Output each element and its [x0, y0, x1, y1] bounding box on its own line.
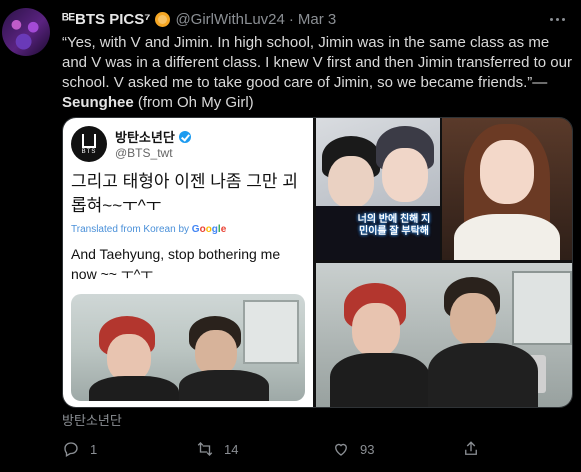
- logo-mark: [82, 133, 96, 148]
- share-button[interactable]: [462, 440, 480, 458]
- photo-wall: [243, 300, 299, 364]
- photo-face: [352, 303, 400, 357]
- photo-face: [450, 293, 496, 345]
- tweet: ᴮᴱBTS PICS⁷ @GirlWithLuv24 · Mar 3 “Yes,…: [0, 0, 581, 472]
- retweet-count: 14: [224, 441, 239, 457]
- media-photo-two-boys-office[interactable]: [316, 263, 572, 407]
- heart-icon: [335, 443, 347, 456]
- avatar[interactable]: [2, 8, 50, 56]
- photo-person-1-face: [107, 334, 151, 382]
- media-photo-two-boys[interactable]: 너의 반에 친해 지민이를 잘 부탁해: [316, 118, 440, 260]
- translated-by-label: Translated from Korean by Google: [71, 224, 226, 235]
- photo-caption: 너의 반에 친해 지민이를 잘 부탁해: [357, 214, 431, 237]
- like-count: 93: [360, 441, 375, 457]
- verified-icon: [178, 130, 191, 143]
- tweet-source: (from Oh My Girl): [133, 94, 254, 111]
- logo-text: BTS: [81, 148, 97, 155]
- media-embedded-tweet[interactable]: BTS 방탄소년단 @BTS_twt 그리고 태형아 이젠 나좀 그만 괴롭혀~…: [63, 118, 313, 407]
- tweet-quote: “Yes, with V and Jimin. In high school, …: [62, 34, 572, 91]
- embedded-handle: @BTS_twt: [115, 146, 173, 160]
- embedded-photo: [71, 294, 305, 401]
- photo-person-2-body: [179, 370, 269, 401]
- embedded-korean-text: 그리고 태형아 이젠 나좀 그만 괴롭혀~~ㅜ^ㅜ: [71, 172, 298, 215]
- retweet-icon: [197, 442, 213, 456]
- media-photo-girl[interactable]: [442, 118, 572, 260]
- embedded-name-text: 방탄소년단: [115, 130, 175, 145]
- google-letter: e: [220, 224, 227, 235]
- share-icon: [465, 441, 477, 455]
- tweet-date[interactable]: Mar 3: [298, 11, 336, 28]
- translated-prefix: Translated from Korean by: [71, 224, 192, 235]
- tweet-author: Seunghee: [62, 94, 134, 111]
- photo-face: [480, 140, 534, 204]
- display-name[interactable]: ᴮᴱBTS PICS⁷: [62, 11, 150, 28]
- dot-icon: [561, 17, 565, 21]
- photo-face: [382, 148, 428, 202]
- retweet-button[interactable]: 14: [196, 440, 238, 458]
- tweet-header: ᴮᴱBTS PICS⁷ @GirlWithLuv24 · Mar 3: [62, 9, 336, 29]
- photo-clothes: [330, 353, 430, 407]
- sun-badge-icon: [155, 11, 171, 27]
- dot-icon: [555, 17, 559, 21]
- reply-icon: [64, 442, 78, 457]
- bts-logo-icon: BTS: [71, 126, 107, 162]
- user-handle[interactable]: @GirlWithLuv24: [175, 11, 284, 28]
- google-letter: G: [191, 224, 200, 235]
- photo-person-1-body: [89, 376, 179, 401]
- photo-clothes: [428, 343, 538, 407]
- tweet-text: “Yes, with V and Jimin. In high school, …: [62, 33, 574, 113]
- tweet-actions: 1 14 93: [62, 440, 571, 460]
- google-logo: Google: [192, 224, 226, 235]
- photo-shelf: [512, 271, 572, 345]
- dot-icon: [549, 17, 553, 21]
- separator-dot: ·: [288, 10, 294, 28]
- media-grid: BTS 방탄소년단 @BTS_twt 그리고 태형아 이젠 나좀 그만 괴롭혀~…: [62, 117, 573, 408]
- embedded-translation: And Taehyung, stop bothering me now ~~ ㅜ…: [71, 246, 281, 282]
- photo-face: [328, 156, 374, 208]
- media-alt-caption: 방탄소년단: [62, 413, 122, 428]
- embedded-name: 방탄소년단: [115, 127, 191, 146]
- reply-button[interactable]: 1: [62, 440, 97, 458]
- like-button[interactable]: 93: [332, 440, 374, 458]
- more-options-button[interactable]: [545, 12, 569, 26]
- photo-clothes: [454, 214, 560, 260]
- reply-count: 1: [90, 441, 98, 457]
